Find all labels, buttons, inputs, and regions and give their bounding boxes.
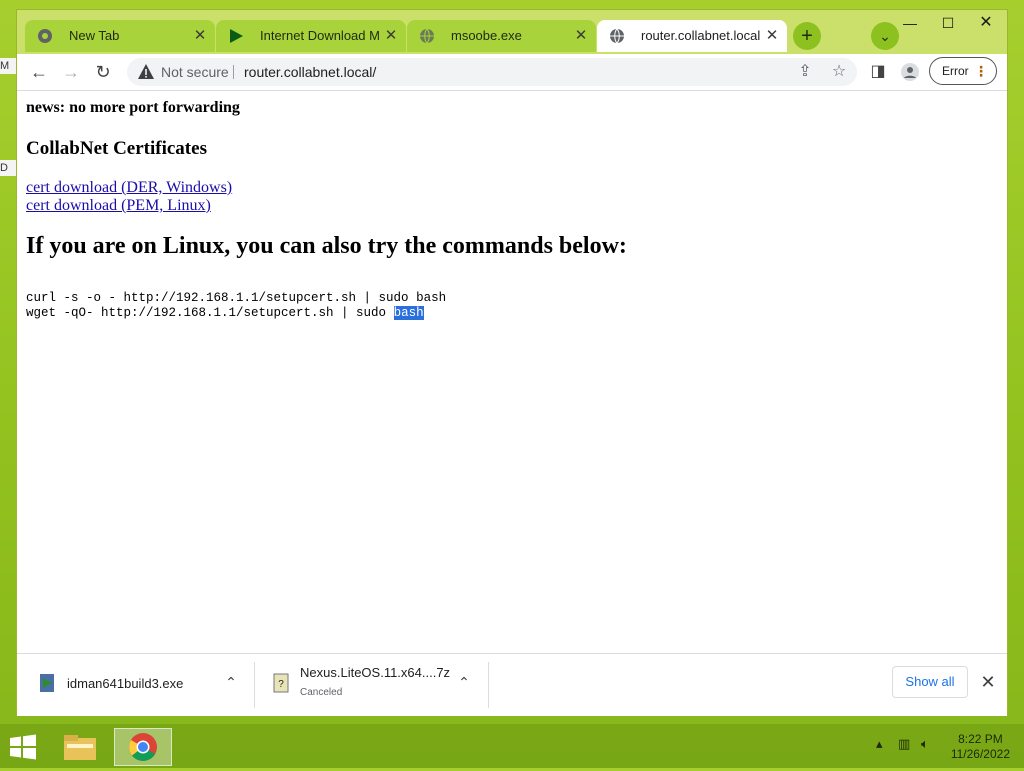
arrow-right-icon: → <box>62 62 80 82</box>
idm-installer-icon <box>40 674 54 692</box>
globe-icon <box>420 28 434 44</box>
page-content: news: no more port forwarding CollabNet … <box>17 90 1007 654</box>
error-button[interactable]: Error ⋮ <box>929 57 997 85</box>
close-tab-icon[interactable]: ✕ <box>384 20 398 52</box>
volume-icon[interactable]: 🔈︎ <box>921 736 929 752</box>
file-explorer-taskbar-button[interactable] <box>56 728 104 766</box>
tab-label: New Tab <box>69 28 120 43</box>
archive-file-icon: ? <box>273 673 289 693</box>
globe-icon <box>610 28 624 44</box>
tab-label: msoobe.exe <box>451 28 522 43</box>
maximize-button[interactable]: ☐ <box>931 12 965 34</box>
error-label: Error <box>942 64 969 78</box>
reload-icon: ↻ <box>95 62 111 82</box>
share-icon[interactable]: ⇪ <box>793 58 817 86</box>
tab-internet-download-manager[interactable]: Internet Download Mar ✕ <box>216 20 406 52</box>
minimize-button[interactable]: — <box>893 12 927 34</box>
chevron-up-icon[interactable]: ⌃ <box>222 674 240 691</box>
tab-label: Internet Download Mar <box>260 28 380 43</box>
side-panel-button[interactable]: ◨ <box>864 58 892 86</box>
security-status[interactable]: Not secure <box>161 58 229 86</box>
chevron-up-icon[interactable]: ⌃ <box>455 674 473 691</box>
close-tab-icon[interactable]: ✕ <box>574 20 588 52</box>
close-window-button[interactable]: ✕ <box>969 12 1003 34</box>
selected-text: bash <box>393 306 424 320</box>
folder-icon <box>64 735 96 760</box>
taskbar: ▴ ▥ 🔈︎ 8:22 PM 11/26/2022 <box>0 724 1024 768</box>
browser-window: New Tab ✕ Internet Download Mar ✕ msoobe… <box>17 10 1007 716</box>
download-shelf: idman641build3.exe ⌃ ? Nexus.LiteOS.11.x… <box>17 653 1007 716</box>
close-tab-icon[interactable]: ✕ <box>193 20 207 52</box>
command-text: wget -qO- http://192.168.1.1/setupcert.s… <box>26 306 394 320</box>
warning-icon[interactable] <box>137 62 155 82</box>
chrome-icon <box>129 733 157 761</box>
profile-button[interactable] <box>896 58 924 86</box>
divider <box>488 662 489 708</box>
windows-logo-icon <box>10 734 36 760</box>
idm-play-icon <box>230 29 243 43</box>
bookmark-star-icon[interactable]: ☆ <box>827 58 851 86</box>
desktop-icon-label[interactable]: D <box>0 160 18 176</box>
certificates-heading: CollabNet Certificates <box>26 138 207 159</box>
reload-button[interactable]: ↻ <box>89 58 117 86</box>
download-filename: Nexus.LiteOS.11.x64....7z <box>300 665 451 680</box>
download-item[interactable]: idman641build3.exe ⌃ <box>17 654 253 716</box>
close-tab-icon[interactable]: ✕ <box>765 20 779 52</box>
show-all-button[interactable]: Show all <box>892 666 968 698</box>
download-item[interactable]: ? Nexus.LiteOS.11.x64....7z Canceled ⌃ <box>255 654 487 716</box>
start-button[interactable] <box>8 728 42 766</box>
linux-heading: If you are on Linux, you can also try th… <box>26 233 627 259</box>
show-hidden-icons-icon[interactable]: ▴ <box>876 736 883 752</box>
url-text[interactable]: router.collabnet.local/ <box>244 58 376 86</box>
cert-download-pem-link[interactable]: cert download (PEM, Linux) <box>26 197 211 215</box>
command-curl: curl -s -o - http://192.168.1.1/setupcer… <box>26 291 447 305</box>
close-shelf-icon[interactable]: ✕ <box>977 668 999 696</box>
tab-msoobe[interactable]: msoobe.exe ✕ <box>407 20 596 52</box>
side-panel-icon: ◨ <box>870 63 886 80</box>
news-text: news: no more port forwarding <box>26 99 240 116</box>
tab-router-collabnet[interactable]: router.collabnet.local ✕ <box>597 20 787 52</box>
chrome-taskbar-button[interactable] <box>114 728 172 766</box>
clock[interactable]: 8:22 PM 11/26/2022 <box>951 732 1010 762</box>
tab-strip: New Tab ✕ Internet Download Mar ✕ msoobe… <box>17 10 1007 54</box>
address-bar[interactable]: Not secure router.collabnet.local/ ⇪ ☆ <box>127 58 857 86</box>
network-icon[interactable]: ▥ <box>898 736 910 752</box>
toolbar: ← → ↻ Not secure router.collabnet.local/… <box>17 54 1007 90</box>
svg-text:?: ? <box>278 679 284 690</box>
desktop-icon-label[interactable]: M <box>0 58 18 74</box>
divider <box>233 65 234 79</box>
back-button[interactable]: ← <box>25 58 53 86</box>
download-status: Canceled <box>300 687 343 698</box>
arrow-left-icon: ← <box>30 62 48 82</box>
download-filename: idman641build3.exe <box>67 676 184 691</box>
tab-new-tab[interactable]: New Tab ✕ <box>25 20 215 52</box>
command-wget: wget -qO- http://192.168.1.1/setupcert.s… <box>26 306 424 320</box>
new-tab-button[interactable]: + <box>793 22 821 50</box>
cert-download-der-link[interactable]: cert download (DER, Windows) <box>26 179 232 197</box>
clock-date: 11/26/2022 <box>950 747 1010 761</box>
avatar-icon <box>901 63 919 81</box>
chevron-down-icon: ⌄ <box>879 28 891 44</box>
clock-time: 8:22 PM <box>958 732 1003 746</box>
chrome-icon <box>38 29 52 43</box>
tab-label: router.collabnet.local <box>641 28 761 43</box>
kebab-menu-icon[interactable]: ⋮ <box>974 58 988 84</box>
forward-button[interactable]: → <box>57 58 85 86</box>
